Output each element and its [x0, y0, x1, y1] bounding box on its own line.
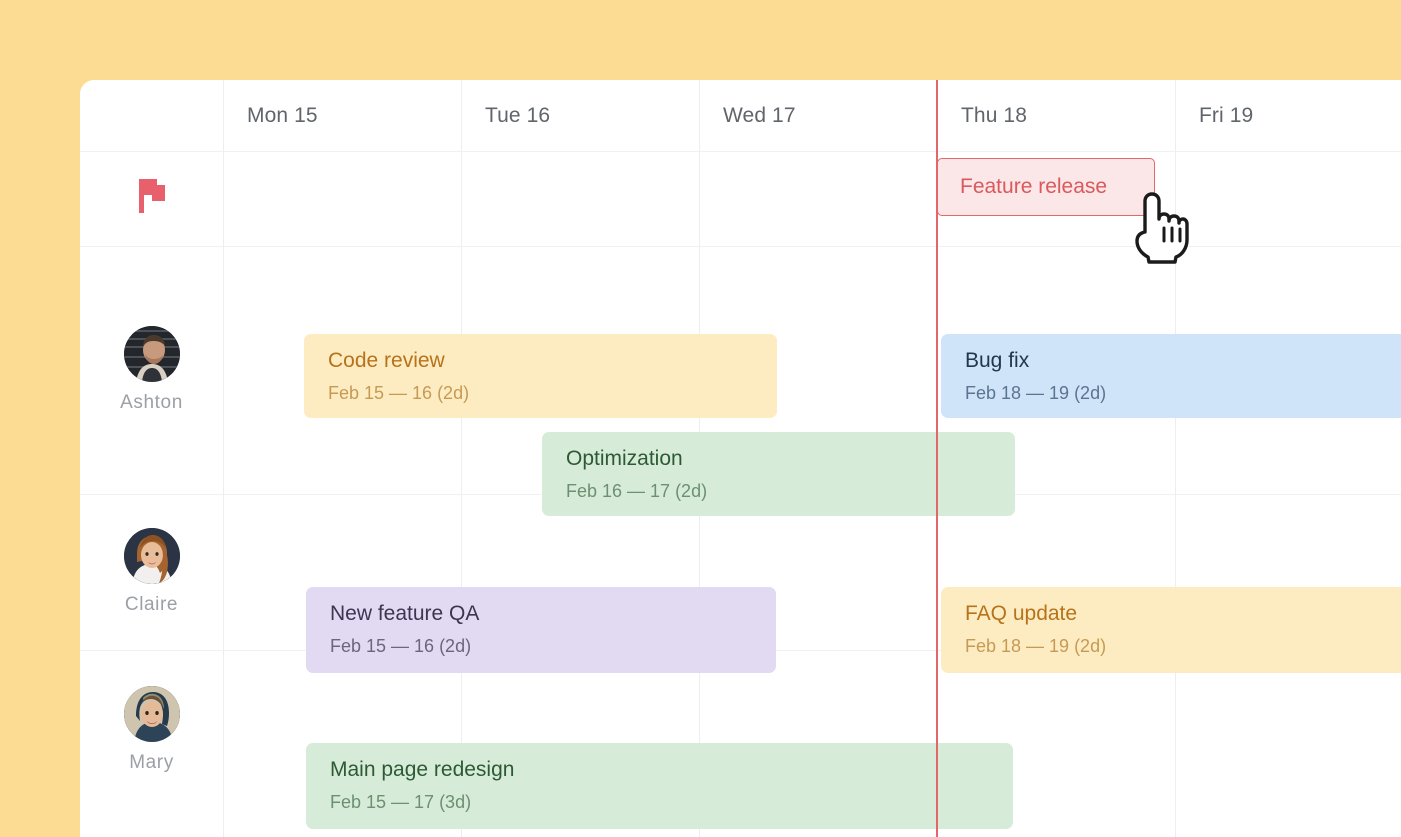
- row-separator: [80, 151, 1401, 152]
- task-dates: Feb 15 — 16 (2d): [328, 382, 777, 404]
- milestone-label: Feature release: [960, 175, 1107, 199]
- avatar-claire: [124, 528, 180, 584]
- task-dates: Feb 16 — 17 (2d): [566, 480, 1015, 502]
- task-dates: Feb 18 — 19 (2d): [965, 382, 1401, 404]
- task-title: New feature QA: [330, 601, 776, 627]
- timeline-header: Mon 15 Tue 16 Wed 17 Thu 18 Fri 19: [80, 80, 1401, 151]
- grid-vline: [223, 80, 224, 837]
- task-dates: Feb 18 — 19 (2d): [965, 635, 1401, 657]
- resource-name: Mary: [129, 752, 174, 774]
- task-bar-main-page-redesign[interactable]: Main page redesign Feb 15 — 17 (3d): [306, 743, 1013, 829]
- flag-icon: [135, 176, 169, 221]
- resource-cell-mary[interactable]: Mary: [80, 650, 223, 810]
- milestone-flag-cell: [80, 151, 223, 246]
- task-dates: Feb 15 — 17 (3d): [330, 791, 1013, 813]
- milestone-feature-release[interactable]: Feature release: [937, 158, 1155, 216]
- task-bar-code-review[interactable]: Code review Feb 15 — 16 (2d): [304, 334, 777, 418]
- task-bar-faq-update[interactable]: FAQ update Feb 18 — 19 (2d): [941, 587, 1401, 673]
- task-title: Code review: [328, 348, 777, 374]
- resource-cell-ashton[interactable]: Ashton: [80, 246, 223, 494]
- grid-vline: [461, 80, 462, 837]
- day-column-header[interactable]: Fri 19: [1175, 80, 1401, 151]
- gantt-board: Mon 15 Tue 16 Wed 17 Thu 18 Fri 19 Featu…: [80, 80, 1401, 837]
- resource-name: Ashton: [120, 392, 183, 414]
- task-title: Main page redesign: [330, 757, 1013, 783]
- today-indicator-line: [936, 80, 938, 837]
- task-title: Optimization: [566, 446, 1015, 472]
- avatar-ashton: [124, 326, 180, 382]
- task-bar-optimization[interactable]: Optimization Feb 16 — 17 (2d): [542, 432, 1015, 516]
- task-title: Bug fix: [965, 348, 1401, 374]
- day-column-header[interactable]: Tue 16: [461, 80, 699, 151]
- task-bar-bug-fix[interactable]: Bug fix Feb 18 — 19 (2d): [941, 334, 1401, 418]
- avatar-mary: [124, 686, 180, 742]
- task-title: FAQ update: [965, 601, 1401, 627]
- day-column-header[interactable]: Thu 18: [937, 80, 1175, 151]
- resource-cell-claire[interactable]: Claire: [80, 494, 223, 650]
- task-dates: Feb 15 — 16 (2d): [330, 635, 776, 657]
- task-bar-new-feature-qa[interactable]: New feature QA Feb 15 — 16 (2d): [306, 587, 776, 673]
- day-column-header[interactable]: Mon 15: [223, 80, 461, 151]
- row-separator: [80, 246, 1401, 247]
- grid-vline: [1175, 80, 1176, 837]
- day-column-header[interactable]: Wed 17: [699, 80, 937, 151]
- resource-name: Claire: [125, 594, 178, 616]
